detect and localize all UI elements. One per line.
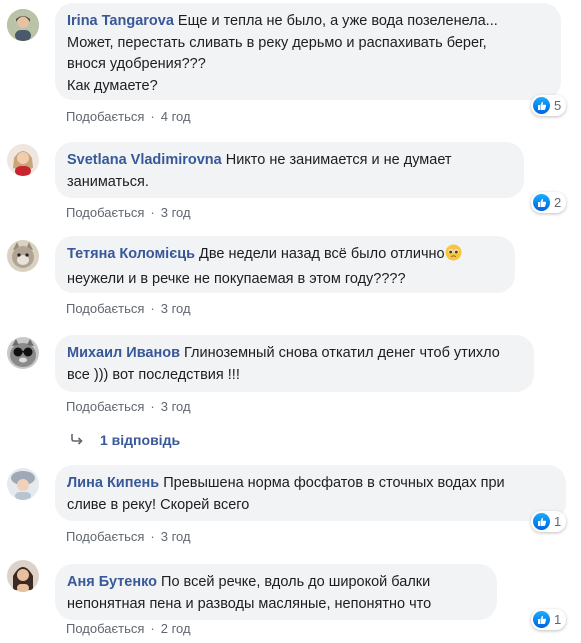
timestamp[interactable]: 3 год bbox=[161, 205, 191, 220]
comment-bubble: Михаил Иванов Глиноземный снова откатил д… bbox=[55, 335, 534, 392]
reaction-count[interactable]: 5 bbox=[531, 95, 567, 116]
reaction-count[interactable]: 2 bbox=[531, 192, 567, 213]
comment-text-line: сливе в реку! Скорей всего bbox=[67, 496, 250, 513]
comment-text-line: Как думаете? bbox=[67, 77, 158, 94]
like-link[interactable]: Подобається bbox=[66, 621, 144, 636]
avatar[interactable] bbox=[7, 9, 39, 41]
reply-arrow-icon bbox=[70, 432, 84, 448]
comment-author[interactable]: Irina Tangarova bbox=[67, 13, 174, 29]
reaction-count[interactable]: 1 bbox=[531, 511, 567, 532]
comment-text-line: непонятная пена и разводы масляные, непо… bbox=[67, 595, 432, 612]
pleading-face-emoji bbox=[445, 244, 462, 269]
separator-dot: · bbox=[150, 621, 155, 636]
timestamp[interactable]: 4 год bbox=[161, 109, 191, 124]
comment-meta: Подобається · 3 год bbox=[66, 205, 191, 220]
replies-count: 1 відповідь bbox=[100, 432, 181, 448]
avatar[interactable] bbox=[7, 468, 39, 500]
comment-author[interactable]: Михаил Иванов bbox=[67, 345, 180, 361]
avatar[interactable] bbox=[7, 337, 39, 369]
timestamp[interactable]: 2 год bbox=[161, 621, 191, 636]
reaction-number: 1 bbox=[554, 514, 562, 529]
comment-text-line: заниматься. bbox=[67, 173, 149, 190]
reaction-number: 2 bbox=[554, 195, 562, 210]
comment-meta: Подобається · 3 год bbox=[66, 301, 191, 316]
timestamp[interactable]: 3 год bbox=[161, 301, 191, 316]
comment-text-line: Превышена норма фосфатов в сточных водах… bbox=[163, 475, 505, 491]
view-replies-link[interactable]: 1 відповідь bbox=[70, 432, 180, 448]
comment-bubble: Svetlana Vladimirovna Никто не занимается… bbox=[55, 142, 524, 198]
like-link[interactable]: Подобається bbox=[66, 529, 144, 544]
comment-bubble: Аня Бутенко По всей речке, вдоль до широк… bbox=[55, 564, 497, 620]
comment-bubble: Лина Кипень Превышена норма фосфатов в ст… bbox=[55, 465, 566, 521]
comment-author[interactable]: Аня Бутенко bbox=[67, 574, 157, 590]
like-link[interactable]: Подобається bbox=[66, 301, 144, 316]
comment-text-line: все ))) вот последствия !!! bbox=[67, 366, 240, 383]
reaction-count[interactable]: 1 bbox=[531, 609, 567, 630]
timestamp[interactable]: 3 год bbox=[161, 529, 191, 544]
comment-meta: Подобається · 3 год bbox=[66, 399, 191, 414]
comment-text-line: Еще и тепла не было, а уже вода позелене… bbox=[177, 13, 498, 29]
avatar[interactable] bbox=[7, 144, 39, 176]
thumbs-up-icon bbox=[533, 97, 550, 114]
comment-text-line: Никто не занимается и не думает bbox=[225, 152, 452, 168]
comment-meta: Подобається · 4 год bbox=[66, 109, 191, 124]
comment-author[interactable]: Svetlana Vladimirovna bbox=[67, 152, 222, 168]
separator-dot: · bbox=[150, 529, 155, 544]
comment-author[interactable]: Лина Кипень bbox=[67, 475, 159, 491]
like-link[interactable]: Подобається bbox=[66, 109, 144, 124]
comment-bubble: Тетяна Коломієць Две недели назад всё был… bbox=[55, 236, 515, 293]
avatar[interactable] bbox=[7, 560, 39, 592]
comment-text-line: внося удобрения??? bbox=[67, 56, 206, 72]
comment-meta: Подобається · 2 год bbox=[66, 621, 191, 636]
comment-text-line: Две недели назад всё было отлично bbox=[199, 246, 445, 262]
comment-meta: Подобається · 3 год bbox=[66, 529, 191, 544]
avatar[interactable] bbox=[7, 240, 39, 272]
reaction-number: 1 bbox=[554, 612, 562, 627]
comment-author[interactable]: Тетяна Коломієць bbox=[67, 246, 195, 262]
thumbs-up-icon bbox=[533, 611, 550, 628]
comment-bubble: Irina Tangarova Еще и тепла не было, а уж… bbox=[55, 3, 561, 100]
comment-text-line: неужели и в речке не покупаемая в этом г… bbox=[67, 270, 406, 287]
comment-text-line: Может, перестать сливать в реку дерьмо и… bbox=[67, 34, 487, 51]
separator-dot: · bbox=[150, 205, 155, 220]
separator-dot: · bbox=[150, 399, 155, 414]
thumbs-up-icon bbox=[533, 513, 550, 530]
reaction-number: 5 bbox=[554, 98, 562, 113]
timestamp[interactable]: 3 год bbox=[161, 399, 191, 414]
thumbs-up-icon bbox=[533, 194, 550, 211]
like-link[interactable]: Подобається bbox=[66, 399, 144, 414]
separator-dot: · bbox=[150, 301, 155, 316]
like-link[interactable]: Подобається bbox=[66, 205, 144, 220]
comment-text-line: По всей речке, вдоль до широкой балки bbox=[161, 574, 431, 590]
comment-text-line: Глиноземный снова откатил денег чтоб ути… bbox=[184, 345, 500, 361]
separator-dot: · bbox=[150, 109, 155, 124]
